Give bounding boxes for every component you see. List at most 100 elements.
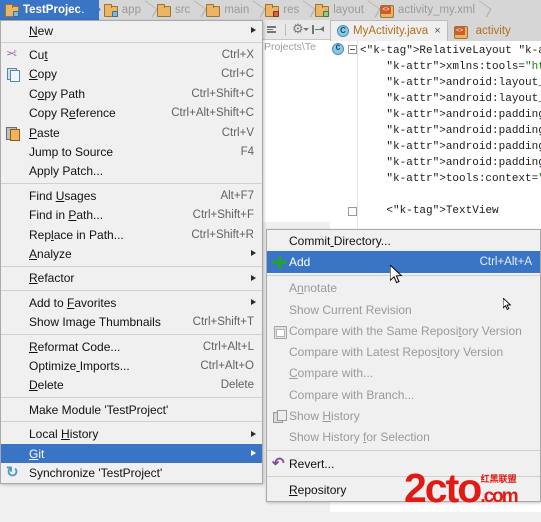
menu-item-label: Local History — [29, 427, 99, 442]
folder-icon — [206, 4, 221, 17]
chevron-right-icon — [251, 274, 256, 281]
menu-item-shortcut: Ctrl+Alt+A — [479, 255, 532, 268]
menu-item-jump-to-source[interactable]: Jump to Source F4 — [1, 142, 262, 161]
menu-item-label: Show History for Selection — [289, 430, 430, 445]
code-editor[interactable]: C <"k-tag">RelativeLayout "k-attr">xmlns… — [330, 41, 541, 231]
menu-item-label: Repository — [289, 482, 347, 497]
git-menu-item-commit-directory[interactable]: Commit Directory... — [267, 230, 540, 251]
menu-item-apply-patch[interactable]: Apply Patch... — [1, 162, 262, 181]
menu-item-shortcut: Ctrl+V — [221, 126, 254, 139]
menu-item-shortcut: Ctrl+X — [221, 49, 254, 62]
menu-item-optimize-imports[interactable]: Optimize Imports... Ctrl+Alt+O — [1, 356, 262, 375]
git-menu-item-compare-with-the-same-repository-version: Compare with the Same Repository Version — [267, 320, 540, 341]
menu-item-local-history[interactable]: Local History — [1, 424, 262, 443]
code-line: "k-attr">tools:context=".MyAc — [386, 173, 541, 185]
menu-item-add-to-favorites[interactable]: Add to Favorites — [1, 293, 262, 312]
menu-item-synchronize-testproject[interactable]: Synchronize 'TestProject' — [1, 463, 262, 482]
editor-tab-activity[interactable]: activity — [448, 20, 517, 41]
menu-item-find-usages[interactable]: Find Usages Alt+F7 — [1, 186, 262, 205]
breadcrumb-separator-icon — [365, 0, 375, 20]
code-line: "k-attr">android:layout_heigh — [386, 93, 541, 105]
breadcrumb-item-activity-my-xml[interactable]: activity_my.xml — [375, 0, 486, 20]
menu-item-label: Analyze — [29, 246, 72, 261]
git-menu-item-compare-with-branch: Compare with Branch... — [267, 384, 540, 405]
menu-item-shortcut: Ctrl+Shift+F — [192, 209, 254, 222]
menu-item-delete[interactable]: Delete Delete — [1, 376, 262, 395]
menu-item-shortcut: Alt+F7 — [220, 189, 254, 202]
menu-item-refactor[interactable]: Refactor — [1, 269, 262, 288]
git-menu-item-repository[interactable]: Repository — [267, 479, 540, 500]
breadcrumb-item-testproject[interactable]: TestProject — [0, 0, 99, 20]
menu-item-show-image-thumbnails[interactable]: Show Image Thumbnails Ctrl+Shift+T — [1, 312, 262, 331]
breadcrumb: TestProject app src main res layout activity_m… — [0, 0, 541, 20]
menu-separator — [1, 421, 262, 423]
menu-item-label: Paste — [29, 125, 60, 140]
menu-item-label: Jump to Source — [29, 145, 114, 160]
git-menu-item-show-history-for-selection: Show History for Selection — [267, 427, 540, 448]
editor-tab-myactivity-java[interactable]: C MyActivity.java × — [330, 20, 448, 41]
breadcrumb-item-main[interactable]: main — [201, 0, 260, 20]
menu-item-find-in-path[interactable]: Find in Path... Ctrl+Shift+F — [1, 206, 262, 225]
git-menu-item-add[interactable]: Add Ctrl+Alt+A — [267, 251, 540, 273]
menu-separator — [1, 42, 262, 44]
git-submenu[interactable]: Commit Directory... Add Ctrl+Alt+A Annotate… — [266, 229, 541, 502]
code-line: <"k-tag">RelativeLayout "k-attr">xmlns:a… — [360, 45, 541, 57]
editor-gutter[interactable]: C — [330, 41, 358, 231]
code-fold-icon-2[interactable] — [348, 207, 357, 216]
menu-item-new[interactable]: New — [1, 21, 262, 40]
menu-item-label: Compare with Branch... — [289, 387, 415, 402]
menu-item-label: Cut — [29, 48, 48, 63]
menu-item-label: Copy — [29, 67, 58, 82]
menu-separator — [267, 476, 540, 478]
git-menu-item-revert[interactable]: Revert... — [267, 453, 540, 474]
menu-item-replace-in-path[interactable]: Replace in Path... Ctrl+Shift+R — [1, 225, 262, 244]
menu-item-label: Show History — [289, 409, 360, 424]
menu-item-copy-reference[interactable]: Copy Reference Ctrl+Alt+Shift+C — [1, 104, 262, 123]
menu-item-copy[interactable]: Copy Ctrl+C — [1, 65, 262, 84]
project-context-menu[interactable]: New Cut Ctrl+X Copy Ctrl+C Copy Path Ctrl+Shif… — [0, 20, 263, 484]
code-line: <"k-tag">TextView — [360, 205, 499, 217]
menu-item-label: Compare with the Same Repository Version — [289, 323, 522, 338]
git-menu-item-compare-with-latest-repository-version: Compare with Latest Repository Version — [267, 341, 540, 362]
cut-icon — [6, 48, 21, 63]
hide-panel-icon[interactable] — [311, 23, 324, 36]
menu-item-label: Annotate — [289, 281, 338, 296]
breadcrumb-item-res[interactable]: res — [260, 0, 310, 20]
menu-item-copy-path[interactable]: Copy Path Ctrl+Shift+C — [1, 84, 262, 103]
menu-item-git[interactable]: Git — [1, 443, 262, 464]
menu-item-label: Synchronize 'TestProject' — [29, 465, 163, 480]
paste-icon — [6, 126, 21, 141]
menu-item-label: Replace in Path... — [29, 227, 124, 242]
menu-item-shortcut: Ctrl+Shift+R — [191, 228, 254, 241]
code-line: "k-attr">android:paddingBotto — [386, 157, 541, 169]
close-icon[interactable]: × — [434, 25, 440, 37]
gear-icon[interactable] — [292, 21, 309, 37]
history-icon — [272, 409, 287, 424]
menu-item-paste[interactable]: Paste Ctrl+V — [1, 123, 262, 142]
code-line: "k-attr">android:layout_width — [386, 77, 541, 89]
java-class-icon: C — [337, 25, 349, 37]
menu-item-shortcut: Ctrl+C — [221, 68, 254, 81]
add-plus-icon — [272, 255, 287, 270]
breadcrumb-separator-icon — [300, 0, 310, 20]
menu-item-analyze[interactable]: Analyze — [1, 244, 262, 263]
menu-item-shortcut: Ctrl+Alt+Shift+C — [171, 107, 254, 120]
collapse-all-icon[interactable] — [266, 23, 279, 36]
editor-tab-label: MyActivity.java — [353, 25, 429, 37]
code-line: "k-attr">android:paddingTop=" — [386, 141, 541, 153]
menu-item-label: Refactor — [29, 271, 75, 286]
menu-item-reformat-code[interactable]: Reformat Code... Ctrl+Alt+L — [1, 337, 262, 356]
menu-item-label: Add — [289, 254, 311, 269]
menu-item-shortcut: Ctrl+Shift+C — [191, 87, 254, 100]
menu-item-label: Add to Favorites — [29, 295, 117, 310]
menu-item-make-module-testproject[interactable]: Make Module 'TestProject' — [1, 400, 262, 419]
clipped-bottom-row — [0, 512, 541, 522]
breadcrumb-item-src[interactable]: src — [152, 0, 201, 20]
menu-item-cut[interactable]: Cut Ctrl+X — [1, 45, 262, 64]
breadcrumb-item-layout[interactable]: layout — [310, 0, 375, 20]
menu-separator — [1, 333, 262, 335]
menu-item-label: Reformat Code... — [29, 339, 121, 354]
breadcrumb-item-app[interactable]: app — [99, 0, 152, 20]
code-fold-icon[interactable] — [348, 45, 357, 54]
